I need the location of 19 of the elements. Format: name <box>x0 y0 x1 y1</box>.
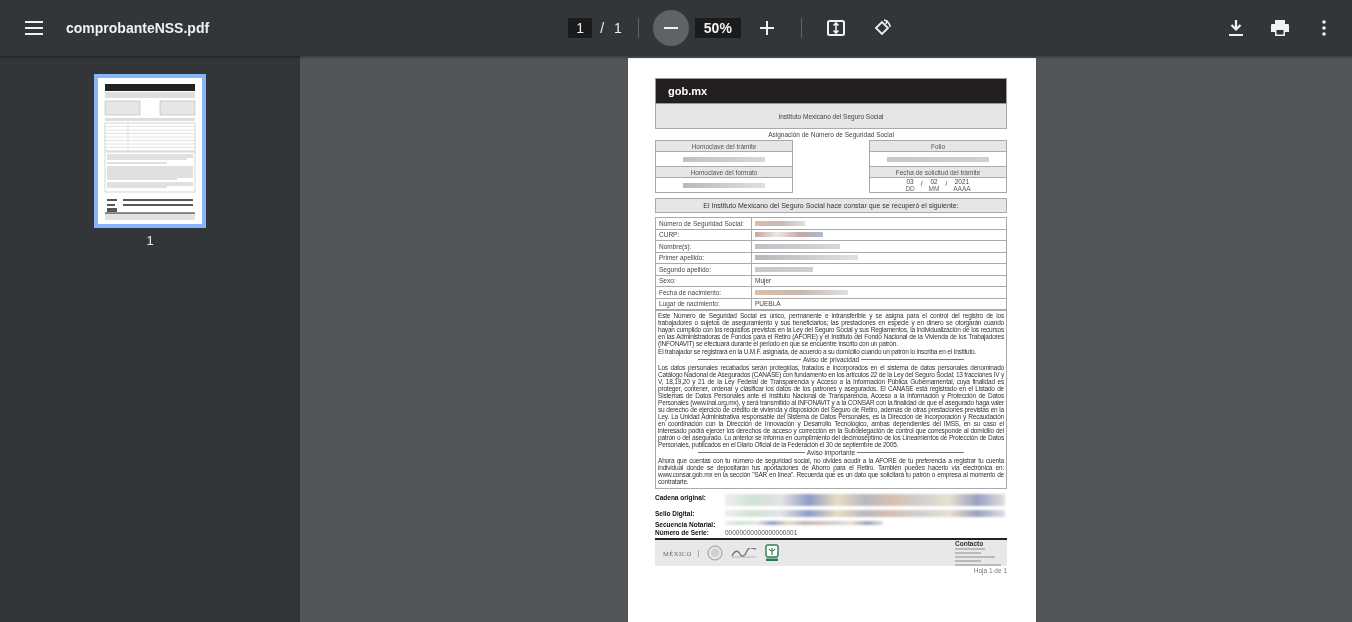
menu-icon <box>25 21 43 35</box>
more-icon <box>1322 20 1326 36</box>
agency-logo-icon <box>730 548 757 558</box>
rotate-icon <box>872 19 891 37</box>
file-name: comprobanteNSS.pdf <box>66 20 210 36</box>
download-icon <box>1229 20 1243 36</box>
seal-icon <box>706 545 723 561</box>
page-number-field[interactable]: 1 <box>568 18 593 38</box>
fit-page-icon <box>826 20 845 36</box>
page-number-label: 1 <box>146 233 154 248</box>
brand-logo-text: gob.mx <box>668 85 708 97</box>
page-separator: / <box>599 20 606 36</box>
zoom-field[interactable]: 50% <box>694 18 741 38</box>
contact-address-blur <box>955 548 1001 566</box>
printer-icon <box>1271 20 1289 36</box>
plus-icon <box>759 21 774 35</box>
minus-icon <box>663 27 678 29</box>
zoom-out-button[interactable] <box>652 10 689 46</box>
page-count: 1 <box>613 20 623 36</box>
